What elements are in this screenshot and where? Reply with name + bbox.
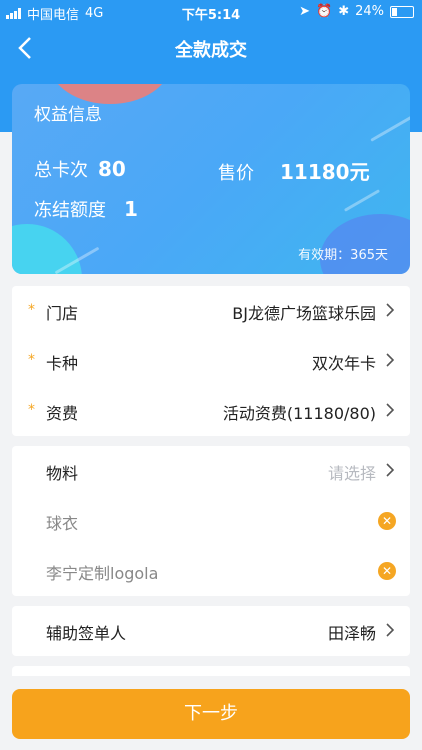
required-icon: * xyxy=(28,402,35,418)
store-row[interactable]: * 门店 BJ龙德广场篮球乐园 xyxy=(12,286,410,336)
materials-row[interactable]: 物料 请选择 xyxy=(12,446,410,496)
chevron-right-icon xyxy=(386,353,394,367)
chevron-right-icon xyxy=(386,303,394,317)
next-button[interactable]: 下一步 xyxy=(12,689,410,739)
store-value: BJ龙德广场篮球乐园 xyxy=(232,304,376,323)
card-type-row[interactable]: * 卡种 双次年卡 xyxy=(12,336,410,386)
validity: 有效期：365天 xyxy=(298,248,388,263)
total-count: 总卡次 80 xyxy=(34,157,126,181)
assistant-value: 田泽畅 xyxy=(327,624,376,643)
materials-group: 物料 请选择 球衣 ✕ 李宁定制logola ✕ xyxy=(12,446,410,596)
material-item: 球衣 ✕ xyxy=(12,496,410,546)
freeze-quota: 冻结额度 1 xyxy=(34,197,138,221)
price: 售价 11180元 xyxy=(218,160,370,184)
nav-bar: 全款成交 xyxy=(0,24,422,72)
benefit-card: 权益信息 总卡次 80 售价 11180元 冻结额度 1 有效期：365天 xyxy=(12,84,410,274)
battery-percent: 24% xyxy=(355,4,384,19)
materials-placeholder: 请选择 xyxy=(327,464,376,483)
chevron-right-icon xyxy=(386,463,394,477)
status-bar: 中国电信 4G 下午5:14 ➤ ⏰ ✱ 24% xyxy=(0,0,422,24)
remove-icon[interactable]: ✕ xyxy=(378,562,396,580)
card-title: 权益信息 xyxy=(34,105,102,125)
location-icon: ➤ xyxy=(299,4,310,19)
fee-row[interactable]: * 资费 活动资费(11180/80) xyxy=(12,386,410,436)
basic-info-group: * 门店 BJ龙德广场篮球乐园 * 卡种 双次年卡 * 资费 活动资费(1118… xyxy=(12,286,410,436)
assistant-group: 辅助签单人 田泽畅 xyxy=(12,606,410,656)
page-title: 全款成交 xyxy=(175,40,247,61)
battery-icon xyxy=(390,5,414,18)
assistant-row[interactable]: 辅助签单人 田泽畅 xyxy=(12,606,410,656)
bluetooth-icon: ✱ xyxy=(338,4,350,19)
material-item: 李宁定制logola ✕ xyxy=(12,546,410,596)
remove-icon[interactable]: ✕ xyxy=(378,512,396,530)
card-type-value: 双次年卡 xyxy=(311,354,376,373)
fee-value: 活动资费(11180/80) xyxy=(222,404,376,423)
required-icon: * xyxy=(28,352,35,368)
chevron-right-icon xyxy=(386,623,394,637)
chevron-right-icon xyxy=(386,403,394,417)
alarm-icon: ⏰ xyxy=(316,4,333,19)
required-icon: * xyxy=(28,302,35,318)
